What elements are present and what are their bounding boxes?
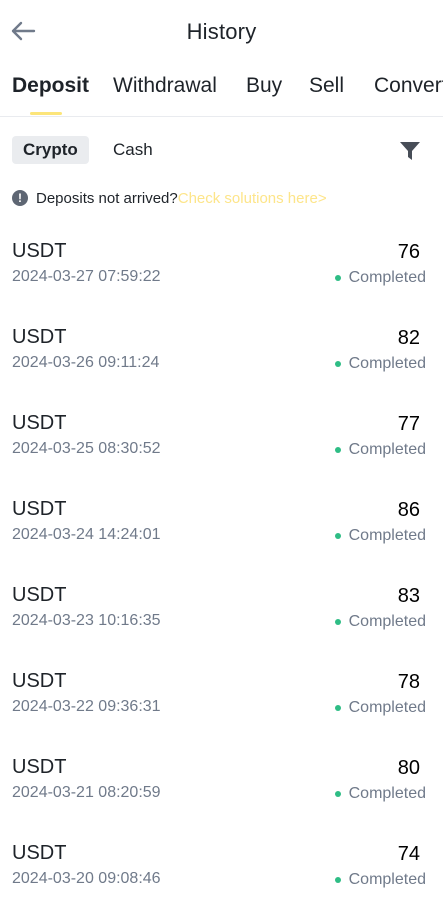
tab-convert[interactable]: Convert	[374, 74, 443, 98]
status-badge: Completed	[334, 785, 426, 803]
asset-type-switch: Crypto Cash	[0, 136, 443, 166]
status-dot-icon	[334, 791, 341, 797]
tab-buy[interactable]: Buy	[246, 74, 282, 98]
record-amount: 74	[397, 843, 420, 865]
list-item[interactable]: USDT 2024-03-26 09:11:24 82 Completed	[0, 314, 443, 400]
status-dot-icon	[334, 705, 341, 711]
record-amount: 83	[397, 585, 420, 607]
status-text: Completed	[348, 699, 426, 716]
history-tabs: Deposit Withdrawal Buy Sell Convert	[0, 74, 443, 117]
record-datetime: 2024-03-26 09:11:24	[12, 354, 160, 371]
status-text: Completed	[348, 441, 426, 458]
status-text: Completed	[348, 613, 426, 630]
status-text: Completed	[348, 871, 426, 888]
status-dot-icon	[334, 275, 341, 281]
subtab-cash[interactable]: Cash	[102, 136, 164, 164]
coin-name: USDT	[12, 842, 67, 864]
record-datetime: 2024-03-22 09:36:31	[12, 698, 161, 715]
funnel-icon	[399, 142, 421, 166]
list-item[interactable]: USDT 2024-03-20 09:08:46 74 Completed	[0, 830, 443, 916]
tab-deposit[interactable]: Deposit	[12, 74, 89, 98]
exclamation-circle-icon: !	[12, 190, 28, 206]
record-datetime: 2024-03-27 07:59:22	[12, 268, 161, 285]
record-amount: 82	[397, 327, 420, 349]
list-item[interactable]: USDT 2024-03-23 10:16:35 83 Completed	[0, 572, 443, 658]
notice-text: Deposits not arrived?	[36, 189, 178, 207]
status-badge: Completed	[334, 699, 426, 717]
status-text: Completed	[348, 269, 426, 286]
coin-name: USDT	[12, 412, 67, 434]
active-tab-indicator	[30, 112, 62, 115]
coin-name: USDT	[12, 756, 67, 778]
status-dot-icon	[334, 447, 341, 453]
status-badge: Completed	[334, 613, 426, 631]
record-amount: 76	[397, 241, 420, 263]
page-title: History	[186, 19, 257, 44]
coin-name: USDT	[12, 584, 67, 606]
tab-withdrawal[interactable]: Withdrawal	[113, 74, 217, 98]
filter-button[interactable]	[399, 140, 421, 162]
record-datetime: 2024-03-21 08:20:59	[12, 784, 161, 801]
tab-sell[interactable]: Sell	[309, 74, 344, 98]
status-text: Completed	[348, 355, 426, 372]
status-dot-icon	[334, 361, 341, 367]
status-dot-icon	[334, 533, 341, 539]
deposit-history-list: USDT 2024-03-27 07:59:22 76 Completed US…	[0, 228, 443, 916]
coin-name: USDT	[12, 670, 67, 692]
top-bar: History	[0, 0, 443, 66]
status-badge: Completed	[334, 441, 426, 459]
record-amount: 77	[397, 413, 420, 435]
status-dot-icon	[334, 619, 341, 625]
record-datetime: 2024-03-24 14:24:01	[12, 526, 161, 543]
coin-name: USDT	[12, 326, 67, 348]
subtab-crypto[interactable]: Crypto	[12, 136, 89, 164]
list-item[interactable]: USDT 2024-03-27 07:59:22 76 Completed	[0, 228, 443, 314]
status-text: Completed	[348, 527, 426, 544]
status-badge: Completed	[334, 355, 426, 373]
check-solutions-link[interactable]: Check solutions here>	[178, 190, 327, 207]
record-amount: 86	[397, 499, 420, 521]
status-badge: Completed	[334, 871, 426, 889]
record-amount: 78	[397, 671, 420, 693]
status-text: Completed	[348, 785, 426, 802]
deposit-notice: ! Deposits not arrived? Check solutions …	[12, 188, 433, 208]
status-badge: Completed	[334, 269, 426, 287]
record-datetime: 2024-03-20 09:08:46	[12, 870, 161, 887]
list-item[interactable]: USDT 2024-03-21 08:20:59 80 Completed	[0, 744, 443, 830]
record-datetime: 2024-03-25 08:30:52	[12, 440, 161, 457]
status-badge: Completed	[334, 527, 426, 545]
coin-name: USDT	[12, 498, 67, 520]
record-datetime: 2024-03-23 10:16:35	[12, 612, 161, 629]
list-item[interactable]: USDT 2024-03-25 08:30:52 77 Completed	[0, 400, 443, 486]
status-dot-icon	[334, 877, 341, 883]
coin-name: USDT	[12, 240, 67, 262]
list-item[interactable]: USDT 2024-03-24 14:24:01 86 Completed	[0, 486, 443, 572]
list-item[interactable]: USDT 2024-03-22 09:36:31 78 Completed	[0, 658, 443, 744]
record-amount: 80	[397, 757, 420, 779]
